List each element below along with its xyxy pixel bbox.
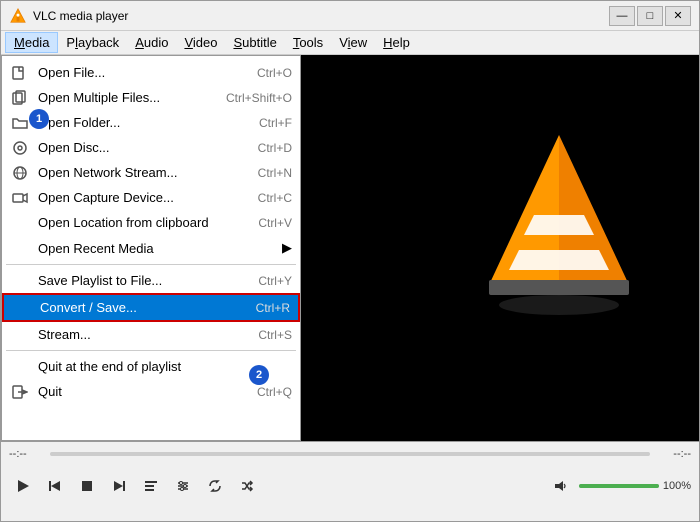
vlc-cone (479, 115, 639, 318)
progress-bar[interactable] (50, 452, 650, 456)
open-disc-shortcut: Ctrl+D (258, 141, 292, 155)
title-bar: VLC media player — □ ✕ (1, 1, 699, 31)
menu-video-label: Video (184, 35, 217, 50)
menu-open-network[interactable]: Open Network Stream... Ctrl+N (2, 160, 300, 185)
controls-bar: 100% (1, 466, 699, 506)
quit-shortcut: Ctrl+Q (257, 385, 292, 399)
menu-save-playlist[interactable]: Save Playlist to File... Ctrl+Y (2, 268, 300, 293)
menu-open-multiple[interactable]: Open Multiple Files... Ctrl+Shift+O (2, 85, 300, 110)
menu-subtitle-label: Subtitle (233, 35, 276, 50)
menu-view[interactable]: View (331, 33, 375, 52)
open-file-shortcut: Ctrl+O (257, 66, 292, 80)
menu-open-disc[interactable]: Open Disc... Ctrl+D (2, 135, 300, 160)
stream-shortcut: Ctrl+S (258, 328, 292, 342)
minimize-button[interactable]: — (609, 6, 635, 26)
open-folder-label: Open Folder... (38, 115, 219, 130)
menu-stream[interactable]: Stream... Ctrl+S (2, 322, 300, 347)
time-remaining: --:-- (656, 448, 691, 460)
volume-icon[interactable] (547, 472, 575, 500)
badge-1: 1 (29, 109, 49, 129)
open-network-icon (10, 165, 30, 181)
menu-video[interactable]: Video (176, 33, 225, 52)
convert-save-label: Convert / Save... (40, 300, 216, 315)
menu-audio[interactable]: Audio (127, 33, 176, 52)
separator-2 (6, 350, 296, 351)
menu-playback-label: Playback (66, 35, 119, 50)
open-location-label: Open Location from clipboard (38, 215, 218, 230)
menu-subtitle[interactable]: Subtitle (225, 33, 284, 52)
menu-convert-save[interactable]: Convert / Save... Ctrl+R (2, 293, 300, 322)
open-network-label: Open Network Stream... (38, 165, 218, 180)
menu-open-recent[interactable]: Open Recent Media ▶ (2, 235, 300, 261)
menu-view-label: View (339, 35, 367, 50)
volume-bar: 100% (579, 480, 691, 492)
menu-media-label: Media (14, 35, 49, 50)
separator-1 (6, 264, 296, 265)
volume-fill (579, 484, 659, 488)
maximize-button[interactable]: □ (637, 6, 663, 26)
open-capture-icon (10, 190, 30, 206)
open-disc-label: Open Disc... (38, 140, 218, 155)
time-elapsed: --:-- (9, 448, 44, 460)
open-file-label: Open File... (38, 65, 217, 80)
stop-button[interactable] (73, 472, 101, 500)
menu-tools[interactable]: Tools (285, 33, 331, 52)
next-button[interactable] (105, 472, 133, 500)
stream-label: Stream... (38, 327, 218, 342)
submenu-arrow: ▶ (282, 240, 292, 256)
play-button[interactable] (9, 472, 37, 500)
main-window: VLC media player — □ ✕ Media Playback Au… (0, 0, 700, 522)
open-multiple-label: Open Multiple Files... (38, 90, 186, 105)
window-title: VLC media player (33, 9, 609, 23)
close-button[interactable]: ✕ (665, 6, 691, 26)
menu-bar: Media Playback Audio Video Subtitle Tool… (1, 31, 699, 55)
menu-open-file[interactable]: Open File... Ctrl+O (2, 60, 300, 85)
quit-end-label: Quit at the end of playlist (38, 359, 252, 374)
open-multiple-shortcut: Ctrl+Shift+O (226, 91, 292, 105)
open-file-icon (10, 65, 30, 81)
loop-button[interactable] (201, 472, 229, 500)
open-folder-icon (10, 115, 30, 131)
toggle-playlist-button[interactable] (137, 472, 165, 500)
open-capture-shortcut: Ctrl+C (258, 191, 292, 205)
menu-help[interactable]: Help (375, 33, 418, 52)
menu-help-label: Help (383, 35, 410, 50)
save-playlist-shortcut: Ctrl+Y (258, 274, 292, 288)
window-controls: — □ ✕ (609, 6, 691, 26)
open-recent-label: Open Recent Media (38, 241, 272, 256)
open-network-shortcut: Ctrl+N (258, 166, 292, 180)
bottom-bar: --:-- --:-- (1, 441, 699, 521)
open-disc-icon (10, 140, 30, 156)
menu-audio-label: Audio (135, 35, 168, 50)
save-playlist-label: Save Playlist to File... (38, 273, 218, 288)
time-bar: --:-- --:-- (1, 442, 699, 466)
volume-label: 100% (663, 480, 691, 492)
menu-tools-label: Tools (293, 35, 323, 50)
main-content: Open File... Ctrl+O Open Multiple Files.… (1, 55, 699, 441)
app-icon (9, 7, 27, 25)
menu-open-location[interactable]: Open Location from clipboard Ctrl+V (2, 210, 300, 235)
open-location-shortcut: Ctrl+V (258, 216, 292, 230)
extended-button[interactable] (169, 472, 197, 500)
volume-track[interactable] (579, 484, 659, 488)
convert-save-shortcut: Ctrl+R (256, 301, 290, 315)
shuffle-button[interactable] (233, 472, 261, 500)
open-capture-label: Open Capture Device... (38, 190, 218, 205)
open-folder-shortcut: Ctrl+F (259, 116, 292, 130)
quit-label: Quit (38, 384, 217, 399)
menu-media[interactable]: Media (5, 32, 58, 53)
menu-playback[interactable]: Playback (58, 33, 127, 52)
menu-open-capture[interactable]: Open Capture Device... Ctrl+C (2, 185, 300, 210)
quit-icon (10, 384, 30, 400)
badge-2: 2 (249, 365, 269, 385)
prev-button[interactable] (41, 472, 69, 500)
open-multiple-icon (10, 90, 30, 106)
